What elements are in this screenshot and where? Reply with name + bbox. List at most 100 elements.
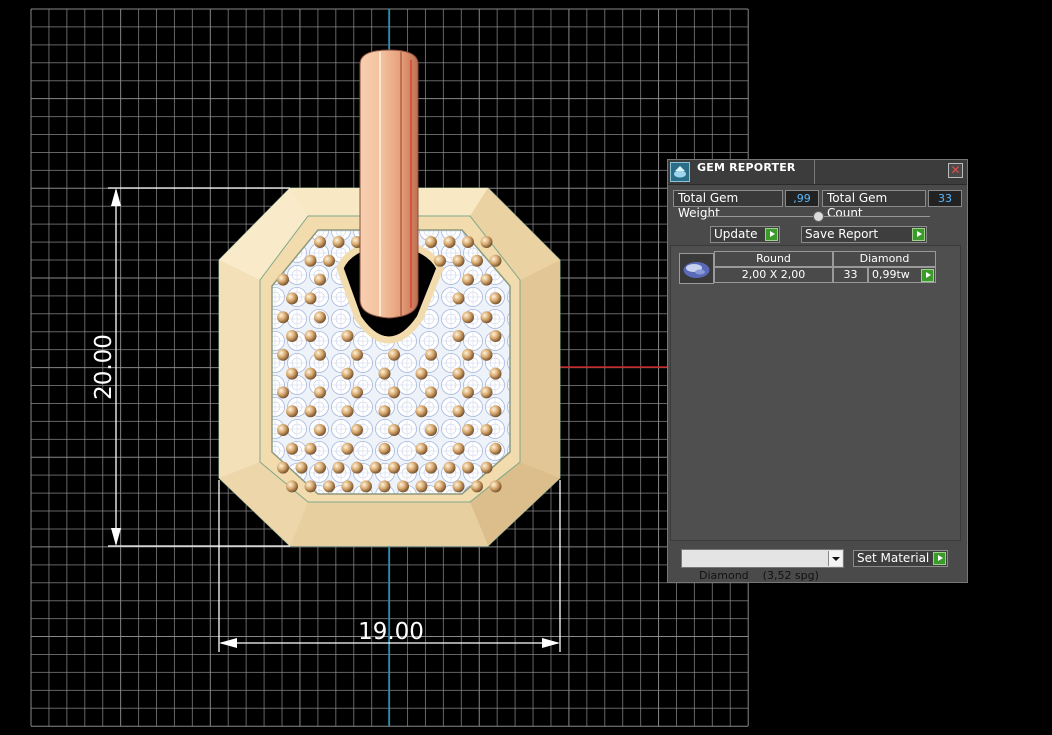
prong-bead (388, 386, 400, 399)
prong-bead (462, 236, 474, 248)
prong-bead (286, 330, 298, 342)
gem-reporter-logo-icon (670, 162, 690, 182)
material-select-value: Diamond (3,52 spg) (699, 569, 819, 582)
prong-bead (314, 311, 326, 324)
prong-bead (443, 461, 456, 474)
prong-bead (323, 254, 335, 267)
prong-bead (489, 330, 502, 342)
prong-bead (277, 461, 289, 474)
prong-bead (443, 236, 456, 248)
update-button-label: Update (714, 227, 758, 241)
prong-bead (415, 480, 428, 493)
shape-column-header[interactable]: Round (714, 251, 833, 267)
prong-bead (462, 348, 474, 361)
prong-bead (480, 424, 493, 436)
prong-bead (314, 236, 326, 248)
prong-bead (462, 386, 474, 399)
prong-bead (489, 367, 502, 380)
prong-bead (480, 273, 493, 286)
prong-bead (425, 424, 437, 436)
prong-bead (277, 386, 289, 399)
prong-bead (341, 442, 354, 455)
prong-bead (452, 292, 465, 305)
play-arrow-icon (765, 228, 778, 241)
prong-bead (314, 386, 326, 399)
prong-bead (462, 311, 474, 324)
prong-bead (480, 386, 493, 399)
prong-bead (462, 273, 474, 286)
panel-title: GEM REPORTER (697, 161, 796, 174)
prong-bead (341, 330, 354, 342)
gem-size-cell: 2,00 X 2,00 (714, 267, 833, 283)
prong-bead (277, 311, 289, 324)
play-arrow-icon (933, 552, 946, 565)
prong-bead (480, 461, 493, 474)
prong-bead (378, 442, 391, 455)
prong-bead (304, 254, 317, 267)
bail-loop (359, 49, 419, 319)
prong-bead (462, 424, 474, 436)
set-material-button-label: Set Material (857, 551, 930, 565)
prong-bead (304, 367, 317, 380)
prong-bead (277, 273, 289, 286)
prong-bead (434, 254, 446, 267)
prong-bead (304, 480, 317, 493)
prong-bead (286, 292, 298, 305)
prong-bead (480, 311, 493, 324)
prong-bead (480, 348, 493, 361)
prong-bead (314, 273, 326, 286)
gem-reporter-panel: GEM REPORTER ✕ Total Gem Weight ,99 Tota… (667, 159, 968, 583)
prong-bead (304, 405, 317, 418)
save-report-button[interactable]: Save Report (801, 226, 927, 243)
prong-bead (462, 461, 474, 474)
gem-weight-cell[interactable]: 0,99tw (868, 267, 936, 283)
play-arrow-icon[interactable] (921, 269, 934, 282)
panel-titlebar[interactable]: GEM REPORTER ✕ (668, 160, 967, 185)
prong-bead (351, 461, 363, 474)
total-gem-count-value: 33 (928, 190, 962, 207)
prong-bead (323, 480, 335, 493)
prong-bead (489, 405, 502, 418)
close-icon[interactable]: ✕ (948, 163, 963, 178)
material-column-header[interactable]: Diamond (833, 251, 936, 267)
prong-bead (351, 386, 363, 399)
prong-bead (388, 348, 400, 361)
prong-bead (425, 236, 437, 248)
save-report-button-label: Save Report (805, 227, 879, 241)
total-gem-count-label: Total Gem Count (822, 190, 926, 220)
width-dimension-label: 19.00 (358, 619, 424, 645)
prong-bead (489, 442, 502, 455)
update-button[interactable]: Update (710, 226, 780, 243)
prong-bead (341, 367, 354, 380)
prong-bead (452, 480, 465, 493)
prong-bead (304, 330, 317, 342)
prong-bead (425, 386, 437, 399)
prong-bead (425, 348, 437, 361)
prong-bead (341, 480, 354, 493)
prong-bead (452, 367, 465, 380)
prong-bead (489, 480, 502, 493)
pendant-model[interactable] (218, 49, 561, 547)
prong-bead (397, 480, 409, 493)
chevron-down-icon[interactable] (828, 551, 842, 566)
set-material-button[interactable]: Set Material (853, 550, 948, 567)
prong-bead (332, 236, 345, 248)
prong-bead (489, 254, 502, 267)
prong-bead (341, 405, 354, 418)
prong-bead (452, 330, 465, 342)
prong-bead (286, 405, 298, 418)
gem-count-cell: 33 (833, 267, 868, 283)
prong-bead (314, 348, 326, 361)
prong-bead (471, 480, 483, 493)
weight-slider-handle[interactable] (813, 211, 824, 222)
prong-bead (304, 442, 317, 455)
prong-bead (434, 480, 446, 493)
prong-bead (452, 254, 465, 267)
prong-bead (314, 424, 326, 436)
prong-bead (415, 442, 428, 455)
prong-bead (480, 236, 493, 248)
material-select[interactable]: Diamond (3,52 spg) (681, 549, 844, 582)
prong-bead (471, 254, 483, 267)
prong-bead (369, 461, 382, 474)
prong-bead (388, 424, 400, 436)
